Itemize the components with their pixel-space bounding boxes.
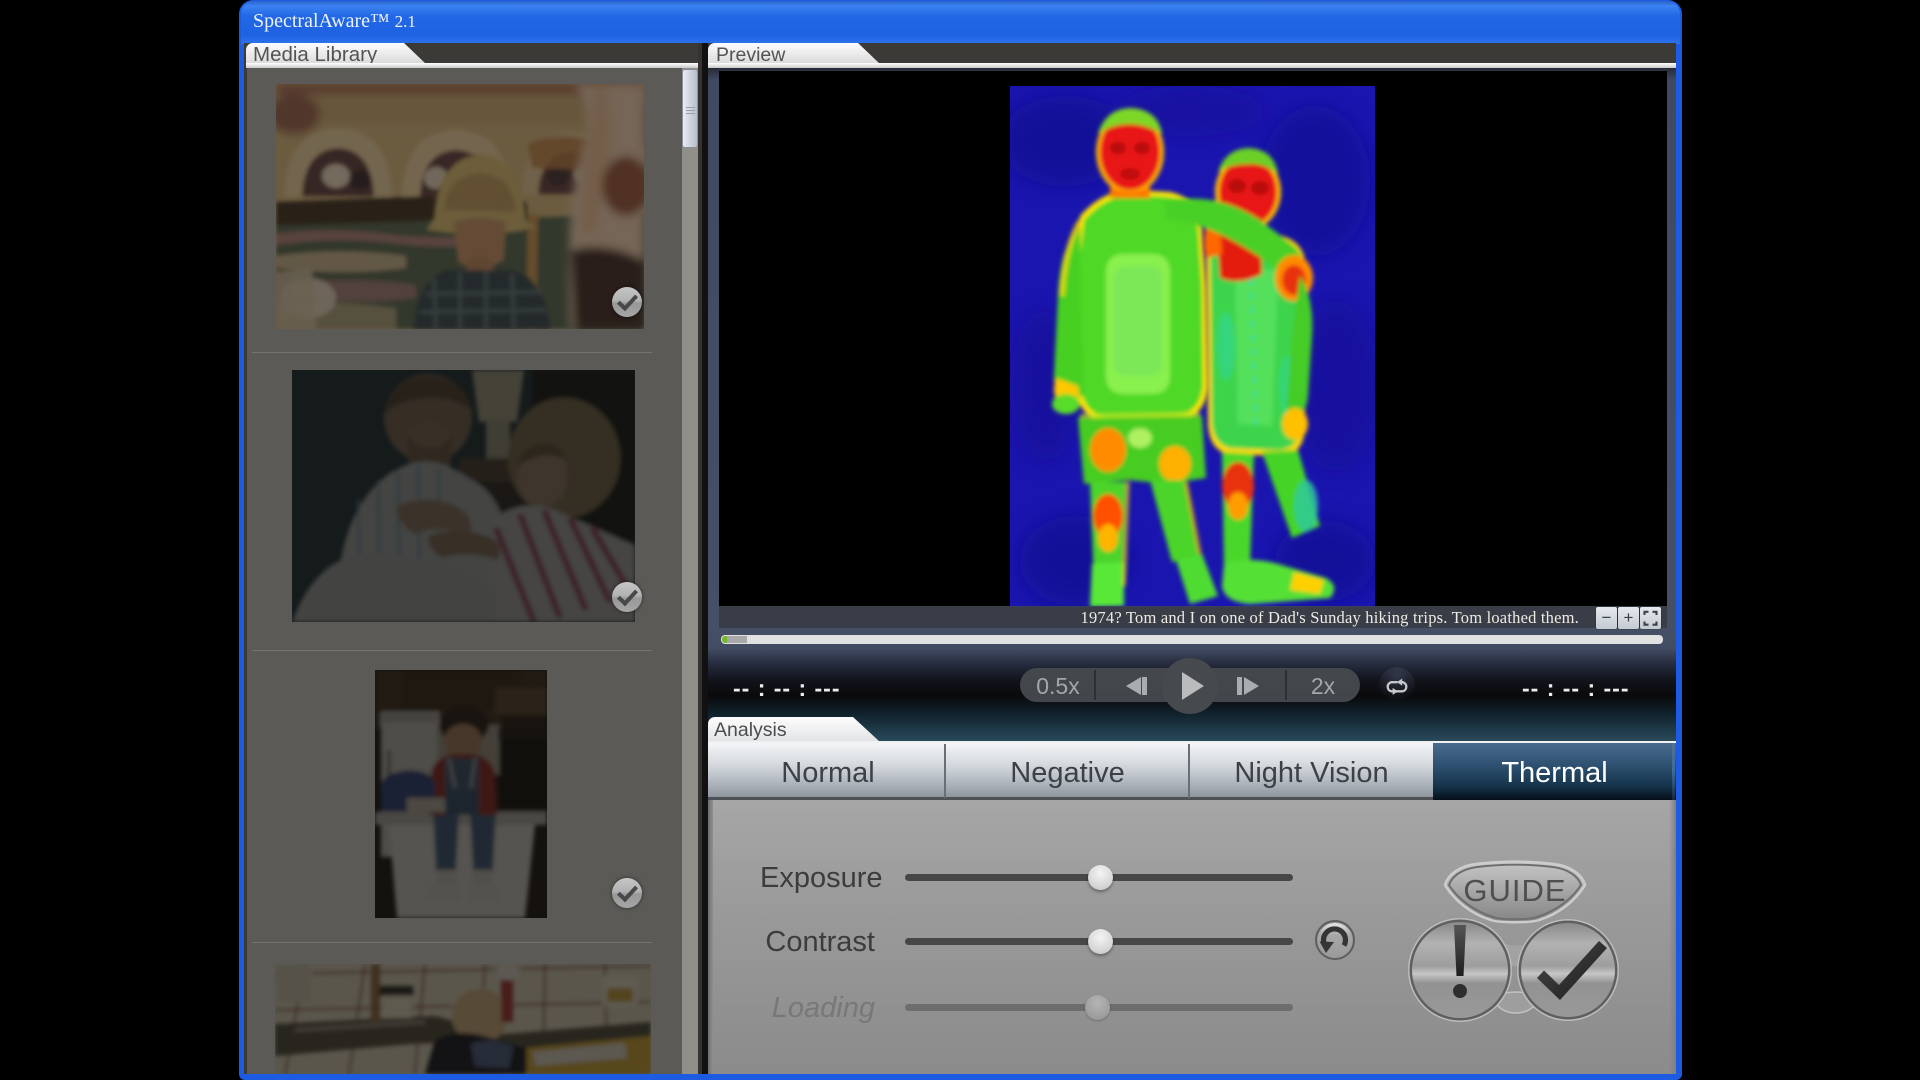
svg-text:GUIDE: GUIDE <box>1463 873 1566 908</box>
